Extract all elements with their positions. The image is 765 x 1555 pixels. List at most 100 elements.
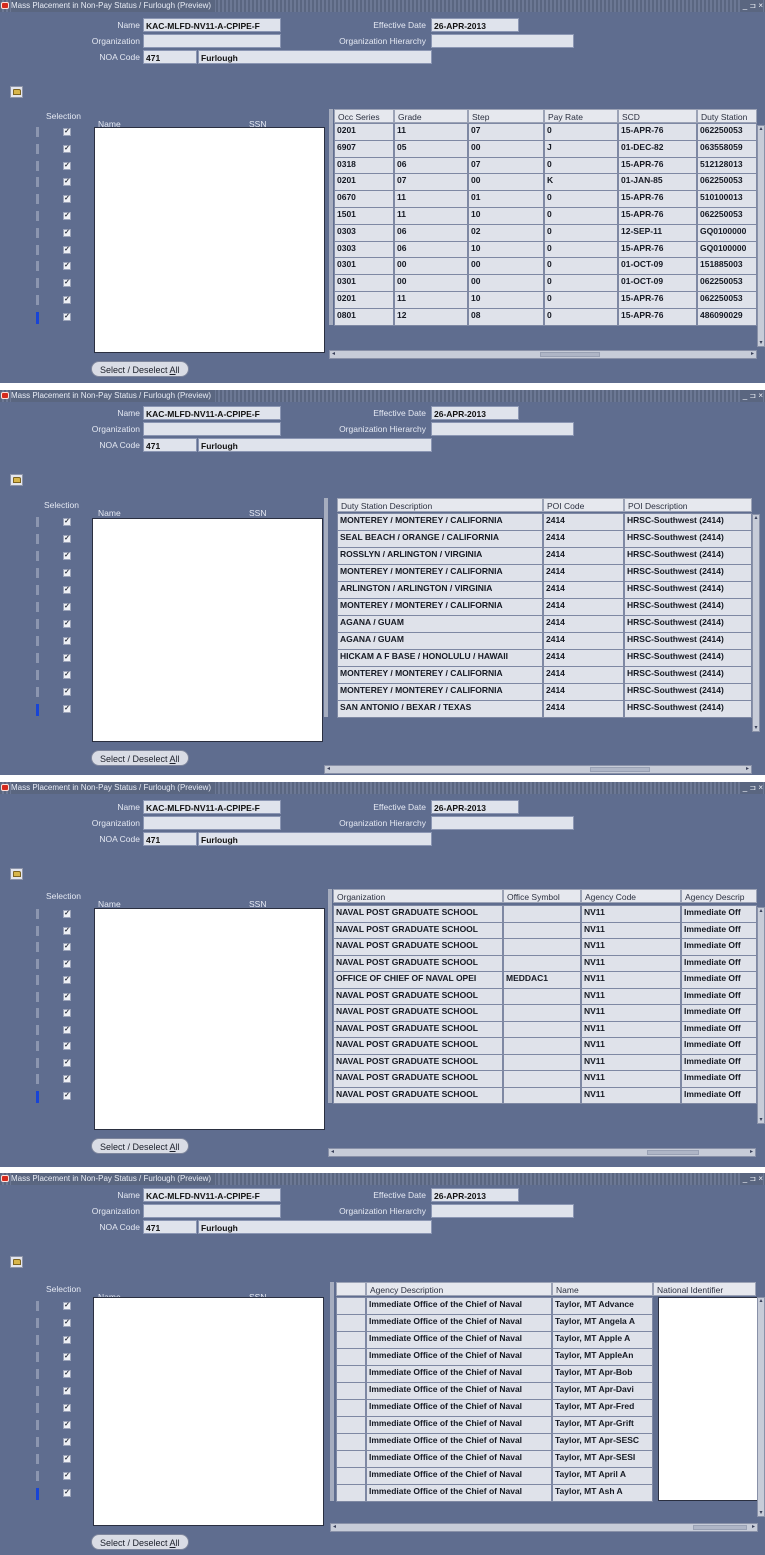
grid-cell[interactable]: NAVAL POST GRADUATE SCHOOL [333,1004,503,1022]
selection-checkbox[interactable]: ✓ [63,518,71,526]
selection-checkbox[interactable]: ✓ [63,144,71,153]
grid-cell[interactable]: Taylor, MT Apr-Bob [552,1365,653,1383]
selection-checkbox[interactable]: ✓ [63,1336,71,1344]
grid-cell[interactable]: 512128013 [697,156,757,175]
grid-cell[interactable]: HRSC-Southwest (2414) [624,632,752,650]
grid-cell[interactable]: Immediate Off [681,1037,757,1055]
noa-description-field[interactable]: Furlough [198,832,432,846]
grid-cell[interactable] [503,987,581,1005]
grid-cell[interactable]: Immediate Off [681,954,757,972]
grid-cell[interactable]: NV11 [581,971,681,989]
row-indicator[interactable] [36,670,39,680]
selection-checkbox[interactable]: ✓ [63,312,71,321]
grid-cell[interactable]: 01-OCT-09 [618,274,697,292]
row-indicator[interactable] [36,1437,39,1447]
name-field[interactable]: KAC-MLFD-NV11-A-CPIPE-F [143,18,281,32]
grid-cell[interactable] [336,1314,366,1332]
row-indicator[interactable] [36,1318,39,1328]
grid-cell[interactable]: HRSC-Southwest (2414) [624,564,752,582]
grid-cell[interactable]: 0318 [334,156,394,175]
selection-checkbox[interactable]: ✓ [63,959,71,968]
scroll-thumb[interactable] [540,352,600,357]
row-indicator[interactable] [36,1335,39,1345]
grid-cell[interactable]: 2414 [543,581,624,599]
grid-cell[interactable]: 06 [394,156,468,175]
row-indicator[interactable] [36,261,39,272]
grid-cell[interactable]: 05 [394,139,468,158]
grid-cell[interactable]: 0 [544,240,618,259]
grid-cell[interactable] [336,1399,366,1417]
column-header[interactable]: Agency Description [366,1282,552,1296]
organization-field[interactable] [143,1204,281,1218]
grid-cell[interactable]: NAVAL POST GRADUATE SCHOOL [333,1070,503,1088]
grid-cell[interactable]: 15-APR-76 [618,207,697,225]
grid-cell[interactable]: 062250053 [697,173,757,192]
grid-cell[interactable]: 15-APR-76 [618,190,697,208]
row-indicator[interactable] [36,909,39,919]
grid-cell[interactable]: Immediate Off [681,1070,757,1088]
grid-cell[interactable]: Immediate Off [681,987,757,1005]
name-field[interactable]: KAC-MLFD-NV11-A-CPIPE-F [143,1188,281,1202]
noa-code-field[interactable]: 471 [143,50,197,64]
grid-cell[interactable]: NV11 [581,987,681,1005]
scroll-left-icon[interactable]: ◂ [325,766,332,773]
grid-cell[interactable]: NV11 [581,1053,681,1071]
selection-checkbox[interactable]: ✓ [63,1404,71,1412]
grid-cell[interactable]: NV11 [581,954,681,972]
selection-checkbox[interactable]: ✓ [63,1302,71,1310]
vertical-scrollbar[interactable]: ▴ ▾ [757,907,765,1124]
organization-field[interactable] [143,816,281,830]
grid-cell[interactable]: 00 [468,274,544,292]
grid-cell[interactable]: Taylor, MT Apr-Grift [552,1416,653,1434]
grid-cell[interactable]: Immediate Off [681,971,757,989]
noa-description-field[interactable]: Furlough [198,50,432,64]
grid-cell[interactable] [503,1020,581,1038]
folder-icon[interactable] [10,86,23,98]
grid-cell[interactable]: 063558059 [697,139,757,158]
grid-cell[interactable]: K [544,173,618,192]
grid-cell[interactable]: 15-APR-76 [618,123,697,141]
grid-cell[interactable]: 11 [394,190,468,208]
window-controls[interactable]: _ ⊐ × [739,782,763,794]
grid-cell[interactable]: 11 [394,123,468,141]
row-indicator[interactable] [36,1471,39,1481]
selection-checkbox[interactable]: ✓ [63,688,71,696]
horizontal-scrollbar[interactable]: ◂ ▸ [328,1148,756,1157]
selection-checkbox[interactable]: ✓ [63,976,71,984]
grid-cell[interactable] [336,1382,366,1400]
name-ssn-list[interactable] [92,518,323,742]
grid-cell[interactable]: NV11 [581,921,681,939]
selection-checkbox[interactable]: ✓ [63,926,71,935]
grid-cell[interactable]: 2414 [543,564,624,582]
grid-cell[interactable]: NAVAL POST GRADUATE SCHOOL [333,1086,503,1104]
horizontal-scrollbar[interactable]: ◂ ▸ [324,765,752,774]
grid-cell[interactable]: Taylor, MT Angela A [552,1314,653,1332]
grid-cell[interactable]: SAN ANTONIO / BEXAR / TEXAS [337,700,543,718]
oracle-window-icon[interactable] [1,392,9,399]
scroll-thumb[interactable] [590,767,650,772]
grid-cell[interactable] [336,1416,366,1434]
grid-cell[interactable]: AGANA / GUAM [337,632,543,650]
selection-checkbox[interactable]: ✓ [63,552,71,560]
selection-checkbox[interactable]: ✓ [63,705,71,713]
grid-cell[interactable]: Immediate Office of the Chief of Naval [366,1416,552,1434]
grid-cell[interactable]: Taylor, MT AppleAn [552,1348,653,1366]
grid-cell[interactable]: SEAL BEACH / ORANGE / CALIFORNIA [337,530,543,548]
grid-cell[interactable]: HRSC-Southwest (2414) [624,666,752,684]
grid-cell[interactable]: 0 [544,291,618,309]
column-header[interactable]: POI Description [624,498,752,512]
grid-cell[interactable]: 06 [394,240,468,259]
select-deselect-all-button[interactable]: Select / Deselect All [91,361,189,377]
row-indicator[interactable] [36,127,39,137]
selection-checkbox[interactable]: ✓ [63,603,71,611]
grid-cell[interactable] [503,1004,581,1022]
scroll-up-icon[interactable]: ▴ [758,126,764,132]
noa-description-field[interactable]: Furlough [198,438,432,452]
row-indicator[interactable] [36,551,39,561]
noa-code-field[interactable]: 471 [143,438,197,452]
grid-cell[interactable]: 0 [544,274,618,292]
grid-cell[interactable]: HRSC-Southwest (2414) [624,581,752,599]
grid-cell[interactable]: MONTEREY / MONTEREY / CALIFORNIA [337,598,543,616]
grid-cell[interactable] [503,938,581,956]
selection-checkbox[interactable]: ✓ [63,296,71,304]
